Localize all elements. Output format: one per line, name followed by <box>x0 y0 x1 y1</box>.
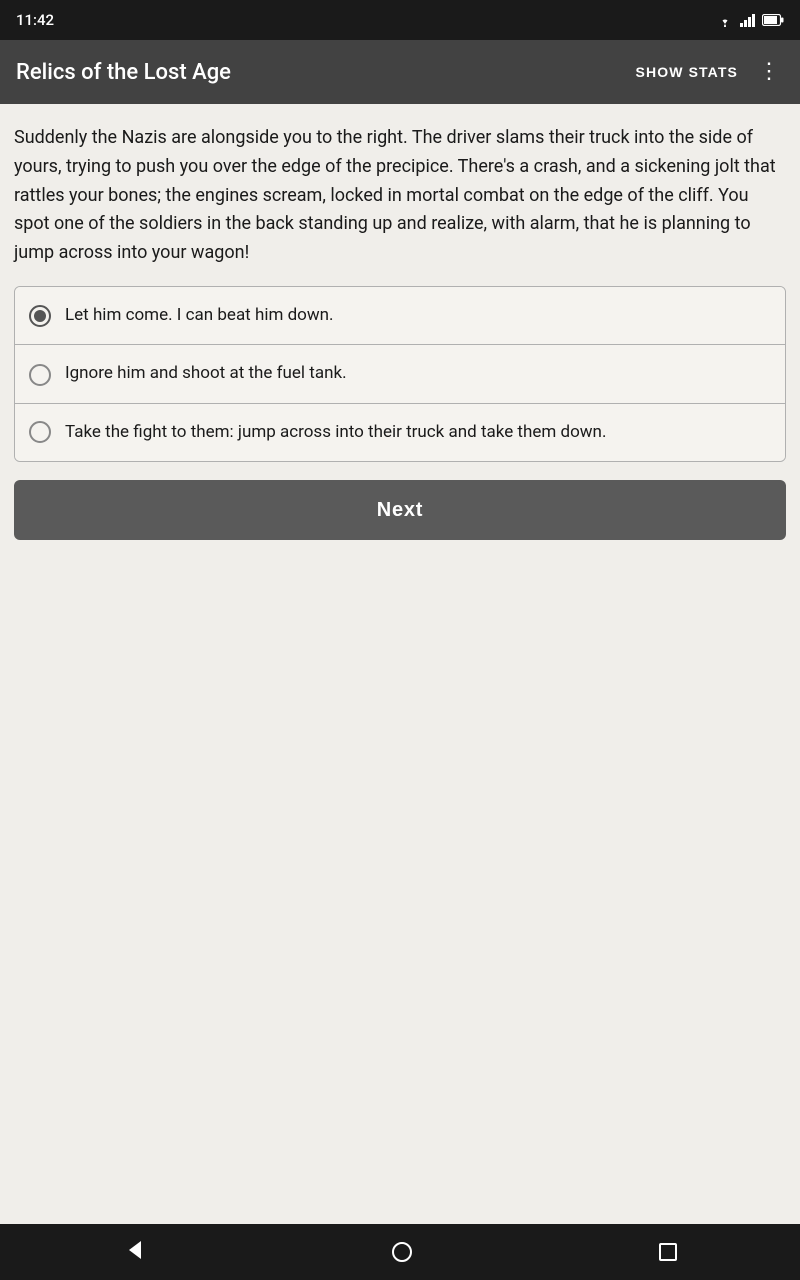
wifi-icon <box>716 13 734 27</box>
nav-back-button[interactable] <box>123 1239 145 1265</box>
back-icon <box>123 1239 145 1261</box>
choice-label-3: Take the fight to them: jump across into… <box>65 420 606 446</box>
radio-button-3[interactable] <box>29 421 51 443</box>
app-title: Relics of the Lost Age <box>16 60 231 85</box>
status-time: 11:42 <box>16 11 54 29</box>
choice-label-1: Let him come. I can beat him down. <box>65 303 334 329</box>
choice-label-2: Ignore him and shoot at the fuel tank. <box>65 361 347 387</box>
choices-container: Let him come. I can beat him down. Ignor… <box>14 286 786 463</box>
choice-item-3[interactable]: Take the fight to them: jump across into… <box>15 404 785 462</box>
signal-icon <box>740 13 756 27</box>
next-button[interactable]: Next <box>14 480 786 540</box>
main-content: Suddenly the Nazis are alongside you to … <box>0 104 800 1224</box>
bottom-nav <box>0 1224 800 1280</box>
recents-square-icon <box>659 1243 677 1261</box>
radio-button-1[interactable] <box>29 305 51 327</box>
more-options-icon[interactable]: ⋮ <box>754 57 784 87</box>
choice-item-1[interactable]: Let him come. I can beat him down. <box>15 287 785 346</box>
radio-button-2[interactable] <box>29 364 51 386</box>
nav-home-button[interactable] <box>392 1242 412 1262</box>
nav-recents-button[interactable] <box>659 1243 677 1261</box>
choice-item-2[interactable]: Ignore him and shoot at the fuel tank. <box>15 345 785 404</box>
status-bar: 11:42 <box>0 0 800 40</box>
home-circle-icon <box>392 1242 412 1262</box>
app-bar: Relics of the Lost Age SHOW STATS ⋮ <box>0 40 800 104</box>
story-text: Suddenly the Nazis are alongside you to … <box>14 124 786 268</box>
app-bar-actions: SHOW STATS ⋮ <box>632 57 784 87</box>
status-icons <box>716 13 784 27</box>
battery-icon <box>762 14 784 26</box>
show-stats-button[interactable]: SHOW STATS <box>632 58 742 86</box>
radio-inner-1 <box>34 310 46 322</box>
